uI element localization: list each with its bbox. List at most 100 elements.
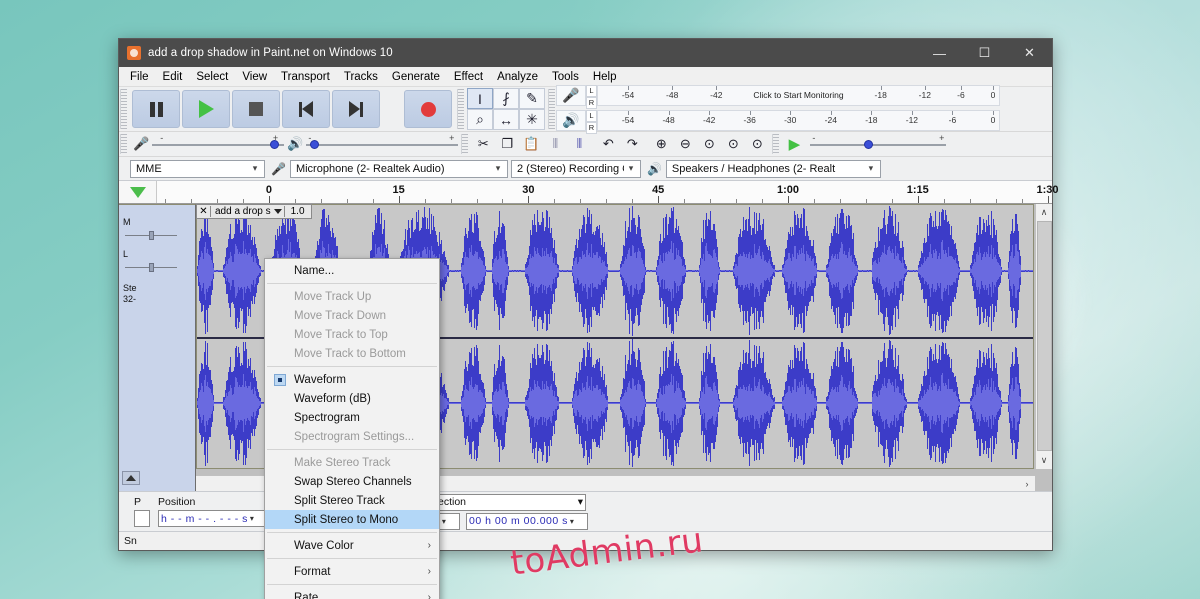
scroll-down-button[interactable]: ∨ bbox=[1036, 452, 1053, 469]
recording-volume-thumb[interactable] bbox=[270, 140, 280, 149]
ruler-minor-tick bbox=[865, 199, 867, 203]
context-menu-item-split-stereo-to-mono[interactable]: Split Stereo to Mono bbox=[265, 510, 439, 529]
mixer-toolbar-grip[interactable] bbox=[120, 134, 127, 154]
silence-audio-button[interactable]: ⦀ bbox=[567, 133, 591, 155]
menu-view[interactable]: View bbox=[235, 69, 274, 85]
fit-selection-button[interactable]: ⊙ bbox=[697, 133, 721, 155]
context-menu-item-waveform-db[interactable]: Waveform (dB) bbox=[265, 389, 439, 408]
edit-toolbar-grip[interactable] bbox=[461, 134, 469, 154]
zoom-toggle-button[interactable]: ⊙ bbox=[745, 133, 769, 155]
envelope-tool[interactable]: ⨏ bbox=[493, 88, 519, 109]
recording-meter-grip[interactable] bbox=[548, 89, 555, 129]
microphone-icon[interactable]: 🎤 bbox=[556, 84, 586, 106]
fit-project-button[interactable]: ⊙ bbox=[721, 133, 745, 155]
audio-host-select[interactable]: MME ▾ bbox=[130, 159, 265, 178]
menu-analyze[interactable]: Analyze bbox=[490, 69, 545, 85]
playback-volume-slider[interactable]: - + bbox=[306, 133, 459, 153]
tools-toolbar-grip[interactable] bbox=[457, 89, 464, 129]
record-button[interactable] bbox=[404, 90, 452, 128]
playback-meter-tick: -12 bbox=[905, 114, 919, 125]
menu-help[interactable]: Help bbox=[586, 69, 624, 85]
zoom-tool[interactable]: ⌕ bbox=[467, 109, 493, 130]
speaker-icon[interactable]: 🔊 bbox=[556, 109, 586, 131]
playback-pin-icon[interactable] bbox=[129, 186, 146, 198]
context-menu-item-swap-stereo-channels[interactable]: Swap Stereo Channels bbox=[265, 472, 439, 491]
undo-button[interactable]: ↶ bbox=[596, 133, 620, 155]
menu-file[interactable]: File bbox=[123, 69, 156, 85]
playback-meter[interactable]: -54 -48 -42 -36 -30 -24 -18 -12 -6 0 bbox=[597, 109, 1000, 131]
track-close-button[interactable]: ✕ bbox=[197, 206, 211, 217]
context-menu-item-waveform[interactable]: Waveform bbox=[265, 370, 439, 389]
maximize-button[interactable]: ☐ bbox=[962, 39, 1007, 67]
context-menu-item-wave-color[interactable]: Wave Color › bbox=[265, 536, 439, 555]
skip-to-end-button[interactable] bbox=[332, 90, 380, 128]
redo-button[interactable]: ↷ bbox=[620, 133, 644, 155]
ruler-minor-tick bbox=[684, 199, 686, 203]
track-collapse-button[interactable] bbox=[122, 471, 140, 485]
draw-tool[interactable]: ✎ bbox=[519, 88, 545, 109]
copy-button[interactable]: ❐ bbox=[495, 133, 519, 155]
chevron-down-icon[interactable]: ▾ bbox=[570, 517, 575, 526]
vertical-scroll-thumb[interactable] bbox=[1037, 221, 1052, 451]
menu-select[interactable]: Select bbox=[189, 69, 235, 85]
transport-toolbar-grip[interactable] bbox=[120, 89, 127, 129]
pause-button[interactable] bbox=[132, 90, 180, 128]
project-rate-field[interactable] bbox=[134, 510, 150, 527]
track-context-menu[interactable]: Name... Move Track Up Move Track Down Move … bbox=[264, 258, 440, 599]
timeline-ruler[interactable]: 0 15 30 45 1:00 1:15 1:30 bbox=[119, 181, 1059, 204]
menu-generate[interactable]: Generate bbox=[385, 69, 447, 85]
track-tab[interactable]: ✕ add a drop s 1.0 bbox=[196, 204, 312, 219]
timeline-scale[interactable]: 0 15 30 45 1:00 1:15 1:30 bbox=[157, 181, 1059, 203]
zoom-out-button[interactable]: ⊖ bbox=[673, 133, 697, 155]
play-speed-thumb[interactable] bbox=[864, 140, 874, 149]
paste-button[interactable]: 📋 bbox=[519, 133, 543, 155]
play-button[interactable] bbox=[182, 90, 230, 128]
selection-tool[interactable]: I bbox=[467, 88, 493, 109]
close-button[interactable]: ✕ bbox=[1007, 39, 1052, 67]
play-at-speed-grip[interactable] bbox=[772, 134, 780, 154]
trim-audio-button[interactable]: ⦀ bbox=[543, 133, 567, 155]
context-menu-item-rate[interactable]: Rate › bbox=[265, 588, 439, 599]
time-shift-tool[interactable]: ↔ bbox=[493, 109, 519, 130]
track-pan-slider[interactable] bbox=[125, 262, 177, 273]
minimize-button[interactable]: — bbox=[917, 39, 962, 67]
ruler-minor-tick bbox=[839, 199, 841, 203]
playback-volume-thumb[interactable] bbox=[310, 140, 320, 149]
context-menu-item-spectrogram[interactable]: Spectrogram bbox=[265, 408, 439, 427]
chevron-down-icon[interactable]: ▾ bbox=[442, 517, 447, 526]
timeline-pin-area[interactable] bbox=[119, 181, 157, 203]
track-mute-button[interactable]: M bbox=[119, 217, 195, 228]
output-device-select[interactable]: Speakers / Headphones (2- Realt ▾ bbox=[665, 159, 881, 178]
scroll-up-button[interactable]: ∧ bbox=[1036, 204, 1053, 221]
menu-transport[interactable]: Transport bbox=[274, 69, 337, 85]
radio-selected-icon bbox=[274, 374, 286, 386]
recording-volume-slider[interactable]: - + bbox=[152, 133, 285, 153]
play-at-speed-button[interactable]: ▶ bbox=[782, 133, 806, 155]
context-menu-item-split-stereo-track[interactable]: Split Stereo Track bbox=[265, 491, 439, 510]
multi-tool[interactable]: ✳ bbox=[519, 109, 545, 130]
input-channels-select[interactable]: 2 (Stereo) Recording Chai ▾ bbox=[510, 159, 641, 178]
scroll-right-button[interactable]: › bbox=[1019, 479, 1035, 489]
menu-edit[interactable]: Edit bbox=[156, 69, 190, 85]
context-menu-item-name[interactable]: Name... bbox=[265, 261, 439, 280]
zoom-in-button[interactable]: ⊕ bbox=[649, 133, 673, 155]
track-gain-slider[interactable] bbox=[125, 230, 177, 241]
context-menu-item-label: Move Track to Bottom bbox=[294, 347, 406, 360]
selection-end-field[interactable]: 00 h 00 m 00.000 s ▾ bbox=[466, 512, 588, 530]
track-name-dropdown[interactable]: add a drop s bbox=[211, 206, 284, 217]
chevron-down-icon[interactable]: ▾ bbox=[250, 514, 255, 523]
track-control-panel[interactable]: M L Ste 32- bbox=[119, 204, 196, 491]
menu-effect[interactable]: Effect bbox=[447, 69, 490, 85]
skip-to-start-button[interactable] bbox=[282, 90, 330, 128]
context-menu-item-format[interactable]: Format › bbox=[265, 562, 439, 581]
recording-meter[interactable]: Click to Start Monitoring -54 -48 -42 -18 -1… bbox=[597, 84, 1000, 106]
menu-tools[interactable]: Tools bbox=[545, 69, 586, 85]
audio-position-field[interactable]: h - - m - - . - - - s ▾ bbox=[158, 510, 270, 527]
vertical-scrollbar[interactable]: ∧ ∨ bbox=[1035, 204, 1052, 469]
cut-button[interactable]: ✂ bbox=[471, 133, 495, 155]
play-speed-slider[interactable]: - + bbox=[810, 133, 947, 153]
menu-tracks[interactable]: Tracks bbox=[337, 69, 385, 85]
ruler-minor-tick bbox=[216, 199, 218, 203]
input-device-select[interactable]: Microphone (2- Realtek Audio) ▾ bbox=[289, 159, 508, 178]
stop-button[interactable] bbox=[232, 90, 280, 128]
